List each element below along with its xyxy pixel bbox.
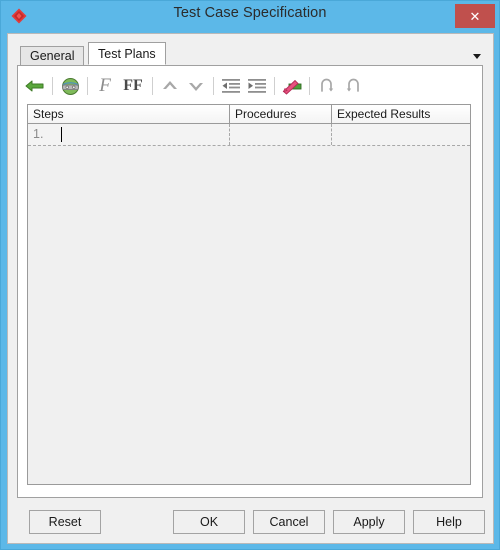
reset-button[interactable]: Reset <box>29 510 101 534</box>
help-button[interactable]: Help <box>413 510 485 534</box>
row-number: 1. <box>33 127 44 141</box>
cell-steps[interactable]: 1. <box>28 124 230 145</box>
cancel-button[interactable]: Cancel <box>253 510 325 534</box>
cell-procedures[interactable] <box>230 124 332 145</box>
font-italic-glyph: F <box>99 75 111 96</box>
decrease-indent-icon[interactable] <box>218 74 244 98</box>
font-bold-icon[interactable]: FF <box>118 74 148 98</box>
grid-header-row: Steps Procedures Expected Results <box>28 105 470 124</box>
chevron-down-icon[interactable] <box>471 49 483 61</box>
column-header-procedures[interactable]: Procedures <box>230 105 332 123</box>
globe-icon[interactable] <box>57 74 83 98</box>
move-up-icon[interactable] <box>157 74 183 98</box>
toolbar-separator <box>309 77 310 95</box>
move-down-icon[interactable] <box>183 74 209 98</box>
editor-toolbar: F FF <box>22 71 482 101</box>
undo-icon[interactable] <box>314 74 340 98</box>
dialog-window: Test Case Specification ✕ General Test P… <box>0 0 500 550</box>
increase-indent-icon[interactable] <box>244 74 270 98</box>
button-bar: Reset OK Cancel Apply Help <box>8 510 493 534</box>
toolbar-separator <box>52 77 53 95</box>
table-row: 1. <box>28 124 470 146</box>
tab-test-plans[interactable]: Test Plans <box>88 42 166 65</box>
tab-panel-test-plans: F FF Steps Procedures Expected Results 1… <box>17 65 483 498</box>
page-title: Test Case Specification <box>173 5 327 21</box>
column-header-expected-results[interactable]: Expected Results <box>332 105 470 123</box>
column-header-steps[interactable]: Steps <box>28 105 230 123</box>
apply-button[interactable]: Apply <box>333 510 405 534</box>
redo-icon[interactable] <box>340 74 366 98</box>
toolbar-separator <box>274 77 275 95</box>
toolbar-separator <box>87 77 88 95</box>
toolbar-separator <box>152 77 153 95</box>
tab-strip: General Test Plans <box>8 42 493 65</box>
toolbar-separator <box>213 77 214 95</box>
steps-grid: Steps Procedures Expected Results 1. <box>27 104 471 485</box>
ok-button[interactable]: OK <box>173 510 245 534</box>
title-bar: Test Case Specification ✕ <box>1 1 499 31</box>
close-button[interactable]: ✕ <box>455 4 495 28</box>
insert-link-icon[interactable] <box>279 74 305 98</box>
text-caret <box>61 127 62 142</box>
cell-expected-results[interactable] <box>332 124 470 145</box>
font-bold-glyph: FF <box>123 77 143 94</box>
dialog-body: General Test Plans F FF Steps Procedures… <box>7 33 494 544</box>
tab-general[interactable]: General <box>20 46 85 65</box>
font-italic-icon[interactable]: F <box>92 74 118 98</box>
back-arrow-icon[interactable] <box>22 74 48 98</box>
